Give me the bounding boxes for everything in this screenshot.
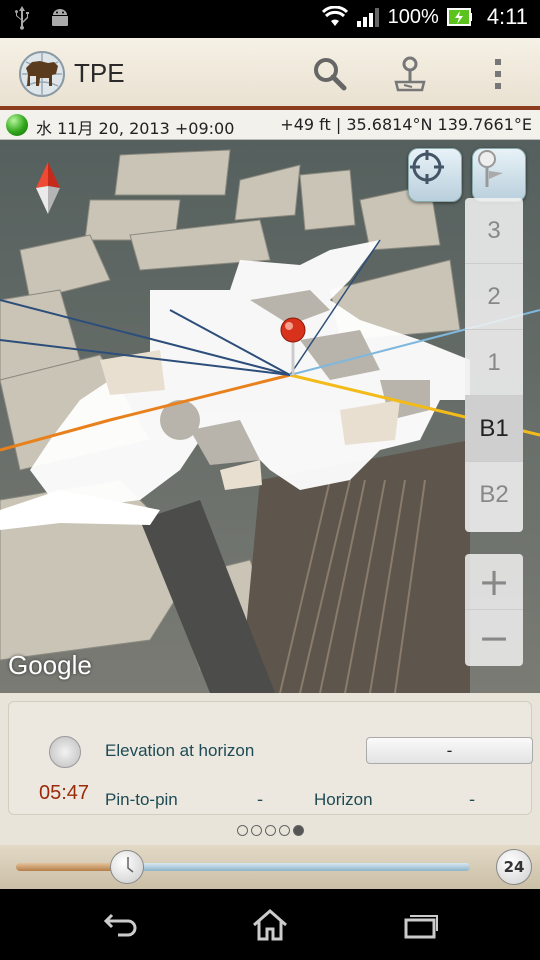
status-clock: 4:11	[486, 4, 528, 29]
search-icon	[314, 58, 347, 91]
location-pin[interactable]	[280, 317, 306, 343]
info-bar: 水 11月 20, 2013 +09:00 +49 ft | 35.6814°N…	[0, 110, 540, 140]
page-dot[interactable]	[236, 825, 248, 836]
battery-percent: 100%	[387, 5, 439, 28]
pin-to-pin-label: Pin-to-pin	[105, 790, 178, 809]
gps-status-icon	[6, 114, 28, 136]
floor-b2[interactable]: B2	[465, 462, 523, 528]
floor-b1[interactable]: B1	[465, 396, 523, 462]
details-card[interactable]: 05:47 Elevation at horizon - Pin-to-pin …	[8, 701, 533, 815]
usb-icon	[15, 6, 29, 30]
my-location-button[interactable]	[408, 148, 462, 202]
details-panel: 05:47 Elevation at horizon - Pin-to-pin …	[0, 693, 540, 845]
drop-pin-button[interactable]	[472, 148, 526, 202]
zoom-in-button[interactable]: +	[465, 554, 523, 610]
page-dot[interactable]	[278, 825, 290, 836]
floor-3[interactable]: 3	[465, 198, 523, 264]
crosshair-icon	[410, 150, 444, 184]
pin-flag-icon	[478, 150, 503, 187]
action-bar: TPE	[0, 38, 540, 110]
back-icon	[103, 913, 137, 937]
pin-map-button[interactable]	[388, 52, 432, 96]
compass-icon[interactable]	[34, 162, 62, 214]
page-indicator	[0, 825, 540, 836]
slider-thumb-clock-icon[interactable]	[110, 850, 144, 884]
map-canvas	[0, 140, 540, 693]
home-icon	[253, 909, 287, 941]
recent-apps-button[interactable]	[400, 907, 440, 943]
battery-icon	[446, 8, 472, 26]
elevation-label: Elevation at horizon	[105, 741, 255, 760]
zoom-controls: + −	[465, 554, 523, 666]
navigation-bar	[0, 889, 540, 960]
search-button[interactable]	[308, 52, 352, 96]
slider-track-remaining[interactable]	[128, 863, 470, 871]
overflow-menu-button[interactable]	[476, 52, 520, 96]
elevation-value-field[interactable]: -	[366, 737, 533, 764]
pin-to-pin-value: -	[257, 790, 264, 810]
24-hour-button[interactable]: 24	[496, 849, 532, 885]
page-dot[interactable]	[250, 825, 262, 836]
overflow-menu-icon	[495, 59, 501, 89]
status-bar: 100% 4:11	[0, 0, 540, 38]
clock-hand-icon	[127, 857, 134, 873]
clock-icon	[49, 736, 81, 768]
google-attribution: Google	[8, 650, 92, 680]
signal-icon	[356, 8, 379, 27]
recent-apps-icon	[404, 915, 438, 939]
time-slider-bar: 24	[0, 845, 540, 889]
floor-2[interactable]: 2	[465, 264, 523, 330]
floor-1[interactable]: 1	[465, 330, 523, 396]
wifi-icon	[321, 6, 348, 26]
android-debug-icon	[52, 9, 68, 26]
back-button[interactable]	[100, 907, 140, 943]
horizon-label: Horizon	[314, 790, 373, 809]
coordinates-text: +49 ft | 35.6814°N 139.7661°E	[280, 115, 532, 134]
page-dot-active[interactable]	[292, 825, 304, 836]
zoom-out-button[interactable]: −	[465, 610, 523, 666]
horizon-value: -	[469, 790, 476, 810]
app-title: TPE	[74, 58, 125, 88]
floor-selector: 3 2 1 B1 B2	[465, 198, 523, 532]
home-button[interactable]	[250, 907, 290, 943]
page-dot[interactable]	[264, 825, 276, 836]
date-text: 水 11月 20, 2013 +09:00	[36, 119, 235, 138]
app-logo-icon[interactable]	[18, 50, 66, 98]
pin-map-icon	[394, 56, 426, 92]
time-value: 05:47	[39, 782, 90, 804]
map-view[interactable]: 3 2 1 B1 B2 + − Google	[0, 140, 540, 693]
